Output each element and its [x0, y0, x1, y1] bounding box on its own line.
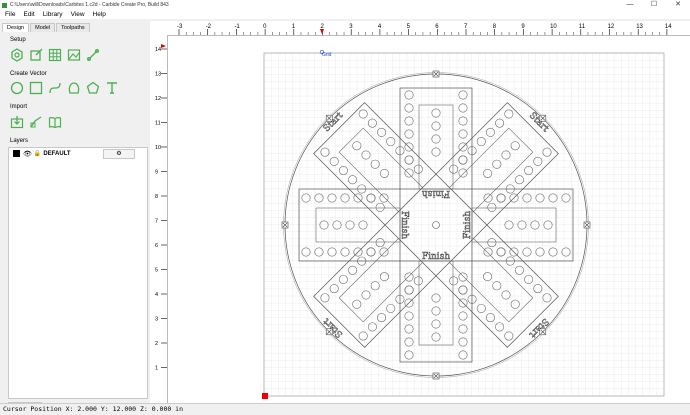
ruler-label: 11: [155, 121, 161, 127]
rectangle-icon[interactable]: [29, 81, 43, 95]
ruler-label: -1: [234, 24, 240, 30]
app-icon: [2, 2, 7, 8]
vector-tools: [10, 81, 124, 95]
text-icon[interactable]: [105, 81, 119, 95]
ruler-label: 12: [155, 96, 161, 102]
grid-icon[interactable]: [48, 48, 62, 62]
ruler-label: 4: [378, 24, 382, 30]
edit-icon[interactable]: [29, 48, 43, 62]
ruler-label: 1: [292, 24, 296, 30]
ruler-label: 14: [665, 24, 672, 30]
ruler-label: 5: [155, 268, 158, 274]
ruler-label: 3: [155, 317, 158, 323]
origin-marker: [262, 393, 268, 399]
ruler-label: 0: [263, 24, 267, 30]
layer-row[interactable]: 👁 🔒 DEFAULT ⚙: [9, 148, 147, 159]
ruler-label: 6: [155, 243, 158, 249]
finish-label: Finish: [422, 188, 450, 198]
design-canvas[interactable]: Grid FinishStartFinishStartFinishStartFi…: [168, 36, 690, 403]
tab-toolpaths[interactable]: Toolpaths: [56, 23, 90, 32]
image-icon[interactable]: [67, 48, 81, 62]
ruler-label: 8: [155, 194, 158, 200]
setup-tools: [10, 48, 105, 62]
ruler-corner: [153, 21, 167, 35]
tab-model[interactable]: Model: [30, 23, 56, 32]
ruler-label: 6: [435, 24, 439, 30]
cursor-y-marker: [161, 44, 166, 48]
cursor-x-marker: [320, 29, 324, 34]
ruler-label: 8: [493, 24, 497, 30]
import-tools: [10, 115, 67, 129]
ruler-label: 9: [155, 170, 158, 176]
ruler-label: -3: [177, 24, 183, 30]
ruler-label: 12: [608, 24, 615, 30]
ruler-label: 1: [155, 366, 158, 372]
setup-heading: Setup: [10, 37, 26, 43]
finish-label: Finish: [399, 211, 409, 239]
ruler-label: 13: [636, 24, 643, 30]
polygon-icon[interactable]: [86, 81, 100, 95]
center-hole: [432, 221, 440, 229]
layer-name: DEFAULT: [43, 150, 71, 157]
finish-label: Finish: [463, 211, 473, 239]
cursor-position: Cursor Position X: 2.000 Y: 12.000 Z: 0.…: [3, 405, 184, 413]
layers-heading: Layers: [10, 138, 29, 144]
layer-color-swatch[interactable]: [13, 150, 20, 157]
tab-design[interactable]: Design: [2, 23, 30, 32]
eye-icon[interactable]: 👁: [23, 150, 32, 158]
create-vector-heading: Create Vector: [10, 71, 47, 77]
menu-bar: File Edit Library View Help: [0, 10, 690, 19]
status-bar: Cursor Position X: 2.000 Y: 12.000 Z: 0.…: [0, 403, 690, 415]
ruler-label: 7: [464, 24, 468, 30]
curve-icon[interactable]: [48, 81, 62, 95]
ruler-label: 10: [550, 24, 557, 30]
lock-icon[interactable]: 🔒: [34, 150, 41, 157]
top-ruler: -3 -2 -1 0 1 2 3 4 5 6 7 8 9 10 11 12 13 14: [167, 21, 690, 36]
left-ruler: 1 2 3 4 5 6 7 8 9 10 11 12 13 14: [153, 35, 168, 403]
circle-icon[interactable]: [10, 81, 24, 95]
ruler-label: 4: [155, 292, 158, 298]
menu-library[interactable]: Library: [43, 11, 63, 18]
ruler-label: 11: [579, 24, 586, 30]
ruler-label: 3: [349, 24, 353, 30]
menu-file[interactable]: File: [5, 11, 15, 18]
canvas-workspace[interactable]: Grid Finish Start Finish Start Finish Start Fi…: [168, 36, 690, 403]
job-setup-icon[interactable]: [10, 48, 24, 62]
panel-tabs: Design Model Toolpaths: [2, 23, 91, 32]
trace-icon[interactable]: [29, 115, 43, 129]
layer-settings-button[interactable]: ⚙: [103, 149, 135, 159]
design-panel: Design Model Toolpaths Setup Create Vect…: [0, 21, 151, 414]
ruler-label: -2: [206, 24, 212, 30]
title-bar: C:\Users\will\Downloads\Carbites 1.c2d -…: [0, 0, 690, 10]
window-title: C:\Users\will\Downloads\Carbites 1.c2d -…: [10, 2, 169, 8]
ruler-label: 13: [155, 72, 161, 78]
menu-edit[interactable]: Edit: [23, 11, 34, 18]
ruler-label: 2: [155, 341, 158, 347]
ruler-label: 10: [155, 145, 161, 151]
ruler-label: 7: [155, 219, 158, 225]
maximize-button[interactable]: ☐: [642, 0, 666, 10]
menu-help[interactable]: Help: [93, 11, 106, 18]
import-icon[interactable]: [10, 115, 24, 129]
finish-label: Finish: [422, 252, 450, 262]
ruler-label: 9: [521, 24, 525, 30]
pen-icon[interactable]: [86, 48, 100, 62]
layers-list: 👁 🔒 DEFAULT ⚙: [8, 147, 148, 399]
minimize-button[interactable]: —: [618, 0, 642, 10]
polyline-icon[interactable]: [67, 81, 81, 95]
ruler-label: 14: [155, 47, 161, 53]
import-heading: Import: [10, 104, 28, 110]
ruler-label: 5: [407, 24, 411, 30]
menu-view[interactable]: View: [71, 11, 85, 18]
book-icon[interactable]: [48, 115, 62, 129]
close-button[interactable]: ✕: [666, 0, 690, 10]
